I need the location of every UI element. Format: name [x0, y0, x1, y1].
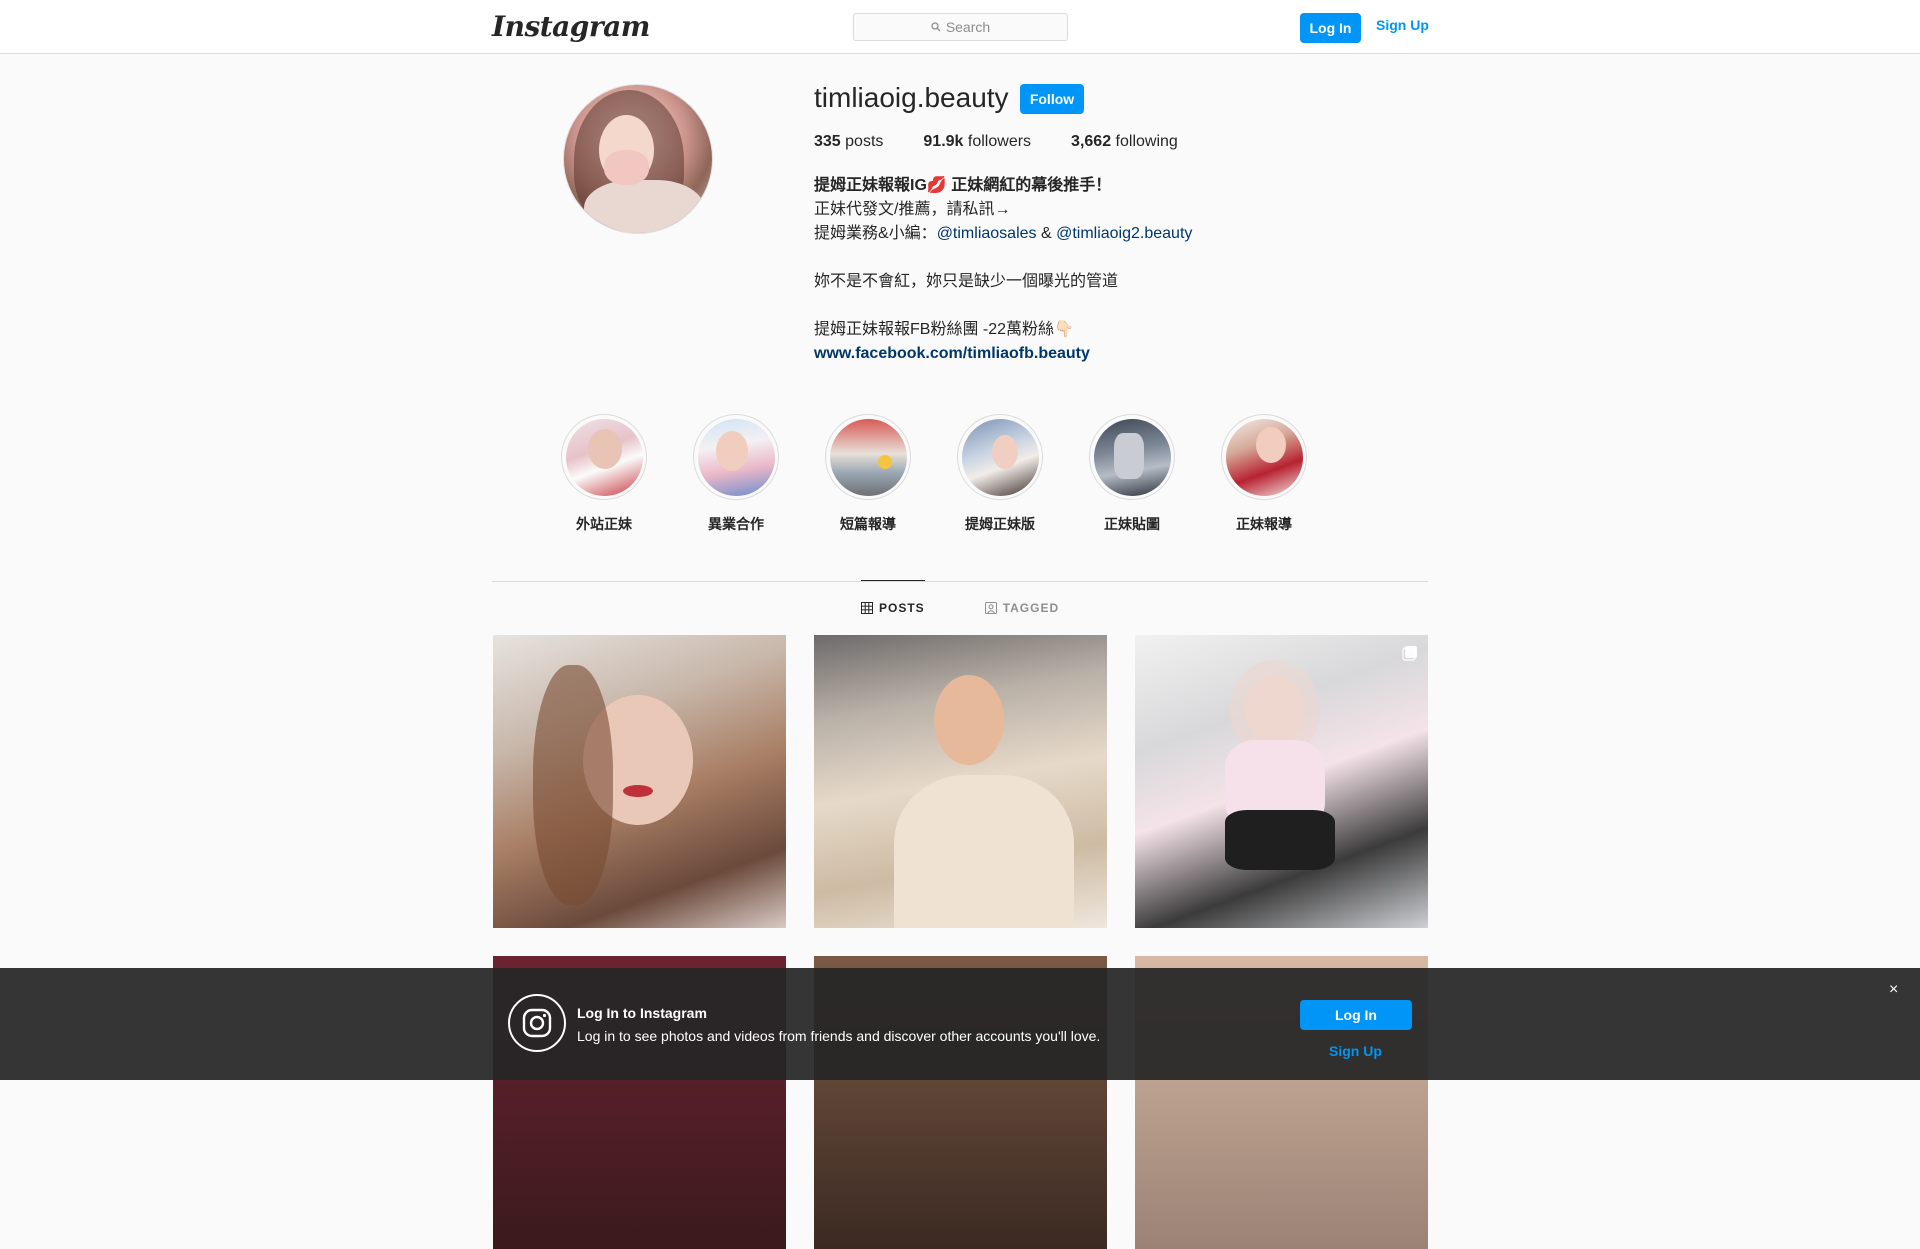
stat-following[interactable]: 3,662 following: [1071, 133, 1178, 151]
avatar-hand: [604, 150, 649, 185]
profile-stats: 335 posts 91.9k followers 3,662 followin…: [814, 133, 1218, 151]
bio-line-1: 提姆正妹報報IG💋 正妹網紅的幕後推手！: [814, 177, 1112, 194]
highlight-label: 短篇報導: [840, 516, 896, 532]
highlight-ring: [1221, 414, 1307, 500]
bio-line-3-prefix: 提姆業務&小編：: [814, 225, 937, 242]
posts-count: 335: [814, 133, 841, 150]
highlight-ring: [693, 414, 779, 500]
active-tab-indicator: [861, 580, 925, 581]
highlight-item[interactable]: 短篇報導: [802, 414, 934, 534]
login-banner: Log In to Instagram Log in to see photos…: [0, 968, 1920, 1080]
thumbnail-emoji: [877, 454, 892, 469]
profile-tabs: POSTS TAGGED: [861, 601, 1119, 615]
highlight-ring: [561, 414, 647, 500]
banner-text: Log in to see photos and videos from fri…: [577, 1028, 1101, 1044]
highlight-label: 提姆正妹版: [965, 516, 1035, 532]
search-input[interactable]: Search: [853, 13, 1068, 41]
profile-avatar[interactable]: [563, 84, 713, 234]
instagram-camera-icon: [508, 994, 566, 1052]
follow-button[interactable]: Follow: [1020, 84, 1084, 114]
highlight-ring: [957, 414, 1043, 500]
bio-line-4: 妳不是不會紅，妳只是缺少一個曝光的管道: [814, 273, 1119, 290]
bio-line-5: 提姆正妹報報FB粉絲團 -22萬粉絲👇🏻: [814, 321, 1074, 338]
close-icon[interactable]: ×: [1889, 981, 1898, 999]
posts-label: posts: [845, 133, 884, 150]
bio-line-2: 正妹代發文/推薦，請私訊→: [814, 201, 1011, 218]
multiple-posts-icon: [1402, 645, 1418, 666]
banner-signup-link[interactable]: Sign Up: [1329, 1043, 1382, 1059]
post-figure-hair: [533, 665, 613, 905]
bio-line-3: 提姆業務&小編：@timliaosales & @timliaoig2.beau…: [814, 222, 1192, 246]
login-button[interactable]: Log In: [1300, 13, 1361, 43]
highlight-label: 外站正妹: [576, 516, 632, 532]
instagram-logo[interactable]: Instagram: [492, 10, 650, 43]
stat-posts: 335 posts: [814, 133, 883, 151]
post-figure-dress: [894, 775, 1074, 928]
grid-icon: [861, 602, 873, 614]
tagged-person-icon: [984, 602, 997, 614]
story-highlights: 外站正妹 異業合作 短篇報導 提姆正妹版 正妹貼圖 正妹報導: [538, 414, 1330, 534]
highlight-ring: [825, 414, 911, 500]
highlight-thumbnail: [1093, 418, 1171, 496]
highlight-item[interactable]: 正妹貼圖: [1066, 414, 1198, 534]
highlight-thumbnail: [961, 418, 1039, 496]
thumbnail-figure: [1255, 426, 1286, 463]
bio-website-link[interactable]: www.facebook.com/timliaofb.beauty: [814, 342, 1192, 366]
signup-link[interactable]: Sign Up: [1376, 17, 1429, 33]
post-figure-lips: [623, 785, 653, 797]
avatar-dress: [584, 180, 704, 233]
thumbnail-figure: [715, 430, 748, 471]
highlight-item[interactable]: 外站正妹: [538, 414, 670, 534]
profile-bio: 提姆正妹報報IG💋 正妹網紅的幕後推手！ 正妹代發文/推薦，請私訊→ 提姆業務&…: [814, 174, 1192, 366]
mention-link-timliaoig2[interactable]: @timliaoig2.beauty: [1056, 225, 1192, 242]
highlight-item[interactable]: 異業合作: [670, 414, 802, 534]
top-navigation-bar: Instagram Search Log In Sign Up: [0, 0, 1920, 54]
banner-title: Log In to Instagram: [577, 1005, 707, 1021]
tab-tagged-label: TAGGED: [1002, 601, 1060, 615]
bio-spacer: [814, 246, 1192, 270]
post-thumbnail[interactable]: [493, 635, 786, 928]
tab-tagged[interactable]: TAGGED: [984, 601, 1060, 615]
followers-label: followers: [967, 133, 1032, 150]
search-placeholder: Search: [945, 19, 991, 35]
highlight-thumbnail: [697, 418, 775, 496]
banner-login-button[interactable]: Log In: [1300, 1000, 1412, 1030]
tab-posts[interactable]: POSTS: [861, 601, 925, 615]
tabs-divider: [492, 581, 1428, 582]
post-figure-skirt: [1225, 810, 1335, 870]
post-thumbnail[interactable]: [814, 635, 1107, 928]
thumbnail-figure: [1113, 432, 1144, 479]
mention-link-timliaosales[interactable]: @timliaosales: [937, 225, 1037, 242]
thumbnail-figure: [587, 428, 622, 469]
post-figure: [934, 675, 1004, 765]
highlight-thumbnail: [1225, 418, 1303, 496]
highlight-item[interactable]: 提姆正妹版: [934, 414, 1066, 534]
tab-posts-label: POSTS: [879, 601, 925, 615]
thumbnail-figure: [991, 434, 1018, 469]
highlight-label: 異業合作: [708, 516, 764, 532]
highlight-thumbnail: [565, 418, 643, 496]
bio-line-3-mid: &: [1036, 225, 1057, 242]
stat-followers[interactable]: 91.9k followers: [923, 133, 1031, 151]
highlight-item[interactable]: 正妹報導: [1198, 414, 1330, 534]
highlight-ring: [1089, 414, 1175, 500]
highlight-label: 正妹報導: [1236, 516, 1292, 532]
following-count: 3,662: [1071, 133, 1112, 150]
followers-count: 91.9k: [923, 133, 964, 150]
post-thumbnail[interactable]: [1135, 635, 1428, 928]
search-icon: [931, 22, 941, 32]
profile-username: timliaoig.beauty: [814, 82, 1009, 113]
highlight-thumbnail: [829, 418, 907, 496]
following-label: following: [1115, 133, 1178, 150]
bio-spacer: [814, 294, 1192, 318]
highlight-label: 正妹貼圖: [1104, 516, 1160, 532]
